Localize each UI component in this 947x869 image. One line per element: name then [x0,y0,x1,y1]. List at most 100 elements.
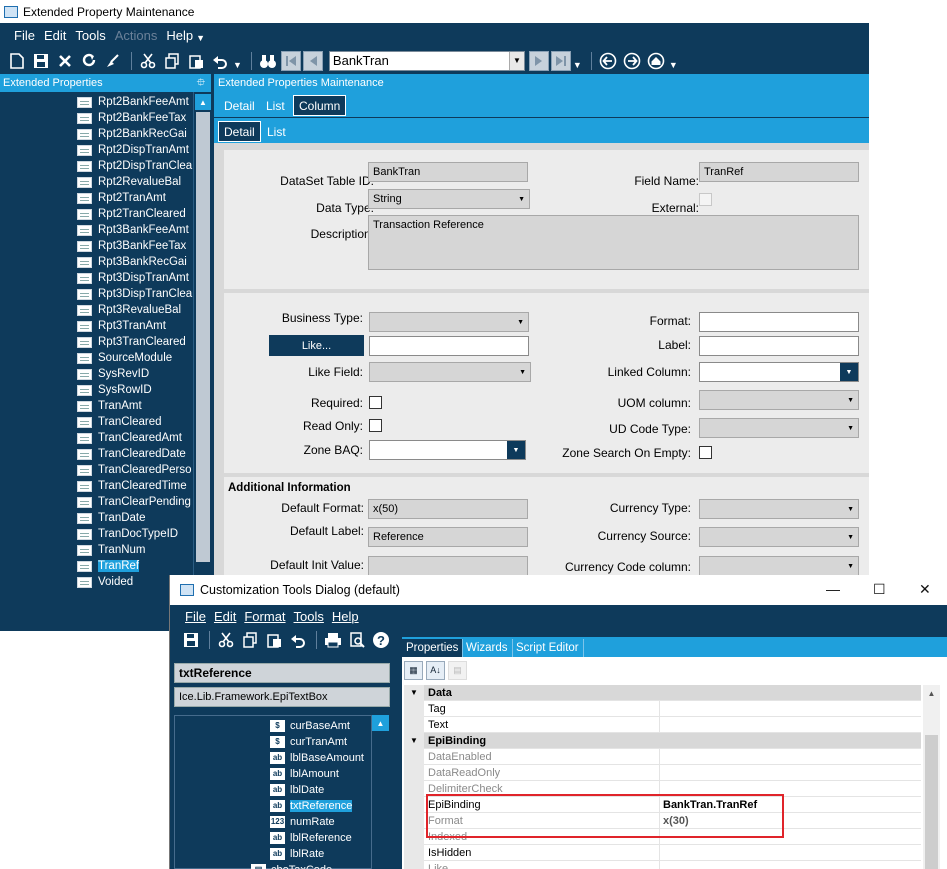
required-checkbox[interactable] [369,396,382,409]
tree-item[interactable]: Rpt3BankFeeAmt [77,222,189,238]
data-type-combo[interactable]: String ▼ [368,189,530,209]
uom-column-combo[interactable]: ▼ [699,390,859,410]
tree-item[interactable]: Rpt3BankFeeTax [77,238,186,254]
tree-item[interactable]: Voided [77,574,133,590]
tree-item[interactable]: TranCleared [77,414,162,430]
currency-code-combo[interactable]: ▼ [699,556,859,576]
description-field[interactable]: Transaction Reference [368,215,859,270]
categorized-icon[interactable]: ▦ [404,660,423,680]
dialog-menu-file[interactable]: File [185,609,206,624]
help-icon[interactable]: ? [370,629,392,651]
maximize-icon[interactable]: ☐ [873,581,886,598]
tree-item[interactable]: TranAmt [77,398,142,414]
linked-column-combo[interactable]: ▼ [699,362,859,382]
undo-icon[interactable] [209,50,231,72]
currency-source-combo[interactable]: ▼ [699,527,859,547]
cut-icon[interactable] [137,50,159,72]
nav-dropdown-icon[interactable]: ▼ [573,60,582,70]
tree-item[interactable]: Rpt2TranCleared [77,206,186,222]
dialog-menu-edit[interactable]: Edit [214,609,236,624]
control-tree-item[interactable]: ab lblAmount [270,766,339,781]
tree-item[interactable]: Rpt3DispTranClea [77,286,192,302]
property-row[interactable]: Text [404,717,921,733]
back-icon[interactable] [597,50,619,72]
pin-icon[interactable]: ⯐ [197,74,205,93]
currency-type-combo[interactable]: ▼ [699,499,859,519]
undo-icon[interactable] [287,629,309,651]
scroll-thumb[interactable] [196,112,210,562]
property-row[interactable]: IsHidden [404,845,921,861]
paste-icon[interactable] [263,629,285,651]
control-tree-item[interactable]: $ curTranAmt [270,734,347,749]
last-record-icon[interactable] [550,50,571,71]
control-tree-item[interactable]: $ curBaseAmt [270,718,350,733]
delete-icon[interactable] [54,50,76,72]
collapse-icon[interactable]: ▼ [410,688,418,697]
property-grid-scrollbar[interactable]: ▲ [923,685,940,869]
scroll-up-icon[interactable]: ▲ [372,715,389,731]
tree-item[interactable]: Rpt3BankRecGai [77,254,187,270]
key-field-combo[interactable]: BankTran ▼ [328,50,525,71]
tree-item[interactable]: SysRevID [77,366,149,382]
tree-item[interactable]: Rpt2RevalueBal [77,174,181,190]
paste-icon[interactable] [185,50,207,72]
chevron-down-icon[interactable]: ▼ [507,441,525,459]
refresh-icon[interactable] [78,50,100,72]
dialog-menu-help[interactable]: Help [332,609,359,624]
property-category-row[interactable]: ▼ EpiBinding [404,733,921,749]
new-icon[interactable] [6,50,28,72]
property-value[interactable] [660,861,921,869]
tab-detail[interactable]: Detail [219,95,260,116]
previous-record-icon[interactable] [302,50,323,71]
tree-item[interactable]: TranClearedDate [77,446,186,462]
home-icon[interactable] [645,50,667,72]
property-value[interactable] [660,765,921,780]
subtab-detail[interactable]: Detail [218,121,261,142]
property-value[interactable] [660,701,921,716]
chevron-down-icon[interactable]: ▼ [508,51,524,70]
close-icon[interactable]: ✕ [919,581,931,598]
tree-item[interactable]: Rpt3TranCleared [77,334,186,350]
label-input[interactable] [699,336,859,356]
save-icon[interactable] [30,50,52,72]
menu-help[interactable]: Help [166,28,193,43]
copy-icon[interactable] [161,50,183,72]
tree-item[interactable]: Rpt2TranAmt [77,190,166,206]
property-category-row[interactable]: ▼ Data [404,685,921,701]
property-row[interactable]: Tag [404,701,921,717]
read-only-checkbox[interactable] [369,419,382,432]
save-icon[interactable] [180,629,202,651]
control-tree-item[interactable]: ab txtReference [270,798,353,813]
control-tree-item[interactable]: ▤ cboTaxCode [251,862,332,869]
tree-item[interactable]: TranDocTypeID [77,526,178,542]
menu-file[interactable]: File [14,28,35,43]
home-dropdown-icon[interactable]: ▼ [669,60,678,70]
tree-item[interactable]: TranRef [77,558,140,574]
scroll-up-icon[interactable]: ▲ [923,685,940,702]
tab-list[interactable]: List [261,95,290,116]
tree-item[interactable]: TranNum [77,542,146,558]
tab-wizards[interactable]: Wizards [462,639,513,657]
tree-item[interactable]: SysRowID [77,382,152,398]
zone-baq-combo[interactable]: ▼ [369,440,526,460]
tree-item[interactable]: Rpt3RevalueBal [77,302,181,318]
alphabetical-sort-icon[interactable]: A↓ [426,660,445,680]
tree-item[interactable]: Rpt2BankRecGai [77,126,187,142]
control-tree-item[interactable]: 123 numRate [270,814,335,829]
like-button[interactable]: Like... [269,335,364,356]
scroll-up-icon[interactable]: ▲ [195,94,211,110]
tree-item[interactable]: Rpt2BankFeeTax [77,110,186,126]
minimize-icon[interactable]: — [826,581,840,597]
tree-scrollbar[interactable]: ▲ [193,92,211,631]
next-record-icon[interactable] [528,50,549,71]
property-row[interactable]: DataEnabled [404,749,921,765]
tree-item[interactable]: Rpt2BankFeeAmt [77,94,189,110]
collapse-icon[interactable]: ▼ [410,736,418,745]
property-value[interactable] [660,845,921,860]
like-field-combo[interactable]: ▼ [369,362,531,382]
tree-item[interactable]: Rpt2DispTranClea [77,158,192,174]
scroll-thumb[interactable] [925,735,938,869]
tab-script-editor[interactable]: Script Editor [512,639,584,657]
like-input[interactable] [369,336,529,356]
first-record-icon[interactable] [280,50,301,71]
